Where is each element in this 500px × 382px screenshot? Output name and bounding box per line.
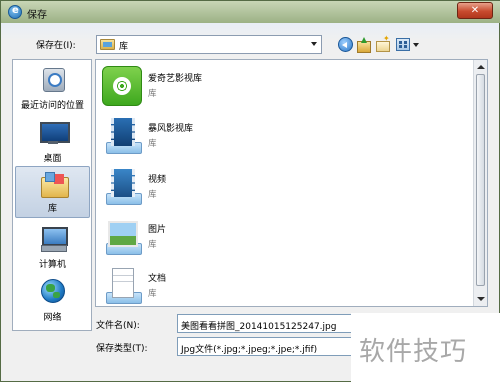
app-icon [8, 5, 22, 19]
video-library-icon [102, 167, 142, 207]
list-item[interactable]: 视频 库 [100, 163, 460, 211]
list-item[interactable]: 爱奇艺影视库 库 [100, 62, 460, 110]
save-in-dropdown[interactable]: 库 [96, 35, 322, 54]
scroll-up-icon[interactable] [477, 65, 485, 69]
scroll-down-icon[interactable] [477, 297, 485, 301]
documents-library-icon [102, 266, 142, 306]
file-name-label: 文件名(N): [96, 321, 140, 331]
views-chevron-down-icon[interactable] [413, 43, 419, 47]
pictures-library-icon [102, 217, 142, 257]
list-item[interactable]: 文档 库 [100, 262, 460, 310]
recent-places-icon [39, 66, 67, 92]
library-icon [40, 171, 69, 198]
place-label: 网络 [43, 313, 62, 323]
vertical-scrollbar[interactable] [473, 60, 487, 306]
item-name: 文档 [148, 274, 167, 284]
list-item[interactable]: 图片 库 [100, 213, 460, 261]
save-dialog: 保存 ✕ 保存在(I): 库 最近访问的位置 桌面 库 计算机 网络 [0, 0, 500, 382]
new-folder-icon[interactable] [375, 34, 390, 52]
watermark: 软件技巧 [351, 313, 500, 382]
item-type: 库 [148, 89, 157, 99]
item-name: 视频 [148, 175, 167, 185]
place-label: 最近访问的位置 [20, 101, 84, 111]
file-name-input[interactable]: 美图看看拼图_20141015125247.jpg [177, 314, 355, 333]
views-menu-icon[interactable] [396, 38, 410, 51]
place-library[interactable]: 库 [15, 166, 90, 218]
place-label: 计算机 [38, 260, 66, 270]
item-name: 图片 [148, 225, 167, 235]
up-folder-icon[interactable] [356, 37, 371, 53]
place-network[interactable]: 网络 [15, 274, 90, 326]
computer-icon [39, 225, 68, 252]
watermark-text: 软件技巧 [359, 337, 468, 367]
item-type: 库 [148, 139, 157, 149]
desktop-icon [39, 119, 70, 145]
file-type-dropdown[interactable]: Jpg文件(*.jpg;*.jpeg;*.jpe;*.jfif) [177, 337, 355, 356]
item-type: 库 [148, 240, 157, 250]
place-computer[interactable]: 计算机 [15, 221, 90, 273]
item-name: 暴风影视库 [148, 124, 194, 134]
place-recent[interactable]: 最近访问的位置 [15, 62, 90, 114]
film-library-icon [102, 116, 142, 156]
place-label: 桌面 [43, 154, 62, 164]
save-in-label: 保存在(I): [36, 41, 76, 51]
dialog-title: 保存 [27, 10, 47, 21]
list-item[interactable]: 暴风影视库 库 [100, 112, 460, 160]
title-bar[interactable]: 保存 ✕ [1, 1, 500, 23]
save-in-value: 库 [119, 42, 129, 52]
file-list: 爱奇艺影视库 库 暴风影视库 库 视频 库 图片 库 文档 库 [95, 59, 488, 307]
item-name: 爱奇艺影视库 [148, 74, 203, 84]
network-icon [39, 278, 67, 304]
close-button[interactable]: ✕ [457, 2, 493, 19]
library-folder-icon [100, 39, 115, 50]
place-desktop[interactable]: 桌面 [15, 115, 90, 167]
chevron-down-icon [311, 42, 317, 46]
iqiyi-icon [102, 66, 142, 106]
item-type: 库 [148, 289, 157, 299]
item-type: 库 [148, 190, 157, 200]
back-icon[interactable] [338, 37, 353, 52]
file-type-label: 保存类型(T): [96, 344, 148, 354]
place-label: 库 [47, 204, 57, 214]
places-bar: 最近访问的位置 桌面 库 计算机 网络 [12, 59, 92, 331]
scroll-thumb[interactable] [476, 74, 485, 286]
